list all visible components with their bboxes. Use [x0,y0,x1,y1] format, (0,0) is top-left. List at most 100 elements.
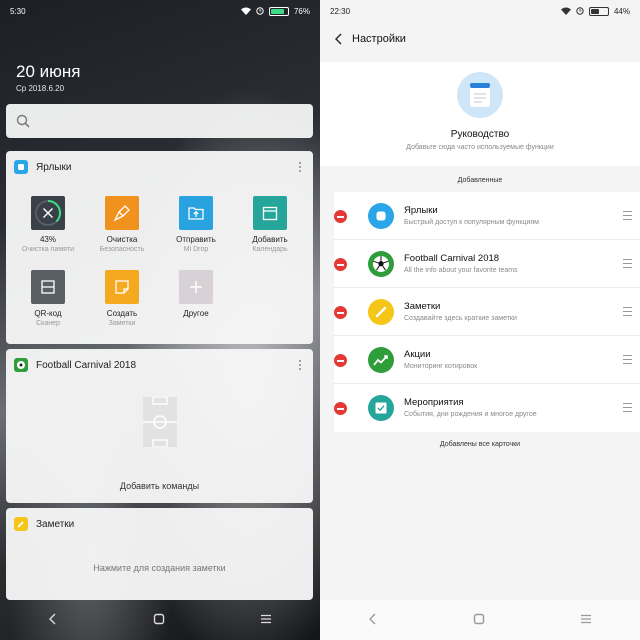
item-title: Football Carnival 2018 [404,253,500,264]
recents-nav-icon[interactable] [580,613,592,628]
football-card-title: Football Carnival 2018 [36,359,137,371]
shortcuts-card: Ярлыки 43% Очистка памяти Очистка Безопа… [6,151,313,344]
remove-icon[interactable] [334,258,347,271]
tile-other[interactable]: Другое [166,270,226,318]
tile-sub: Сканер [36,320,60,327]
back-arrow-icon[interactable] [324,24,354,54]
drag-handle-icon[interactable] [623,259,632,268]
qr-scan-icon [31,270,65,304]
pencil-icon [14,517,28,531]
tile-sub: Очистка памяти [21,246,75,253]
search-icon [16,114,30,128]
drag-handle-icon[interactable] [623,307,632,316]
remove-icon[interactable] [334,210,347,223]
item-desc: All the info about your favorite teams [404,267,518,274]
settings-screen: 22:30 44% Настройки Руководство Добавьте… [320,0,640,640]
tile-memory-clean[interactable]: 43% Очистка памяти [18,196,78,253]
remove-icon[interactable] [334,354,347,367]
tile-label: Другое [183,309,209,318]
alarm-icon [256,7,264,15]
status-time: 5:30 [10,6,26,16]
calendar-icon [253,196,287,230]
tile-send[interactable]: Отправить Mi Drop [166,196,226,253]
back-nav-icon[interactable] [368,613,378,628]
remove-icon[interactable] [334,306,347,319]
page-title: Настройки [352,33,406,45]
add-teams-button[interactable]: Добавить команды [6,481,313,491]
guide-subtitle: Добавьте сюда часто используемые функции [406,144,554,151]
soccer-ball-icon [14,358,28,372]
create-note-hint[interactable]: Нажмите для создания заметки [6,563,313,573]
item-desc: Создавайте здесь краткие заметки [404,315,517,322]
alarm-icon [576,7,584,15]
tile-label: 43% [39,235,56,244]
navigation-bar [320,600,640,640]
status-bar: 5:30 76% [10,4,310,18]
recents-nav-icon[interactable] [260,613,272,628]
item-desc: Быстрый доступ к популярным функциям [404,219,539,226]
wifi-icon [560,7,571,15]
list-item: Акции Мониторинг котировок [334,336,640,384]
list-item: Football Carnival 2018 All the info abou… [334,240,640,288]
battery-percent: 76% [293,6,310,16]
back-nav-icon[interactable] [48,613,58,628]
more-menu-icon[interactable] [295,358,305,372]
wifi-icon [240,7,251,15]
tile-sub: Безопасность [99,246,145,253]
more-menu-icon[interactable] [295,160,305,174]
added-cards-list: Ярлыки Быстрый доступ к популярным функц… [334,192,640,432]
home-widgets-screen: 5:30 76% 20 июня Ср 2018.6.20 Ярлыки 43%… [0,0,320,640]
football-field-icon [143,397,177,447]
pencil-icon [368,299,394,325]
tile-note[interactable]: Создать Заметки [92,270,152,327]
tile-label: QR-код [34,309,62,318]
event-check-icon [368,395,394,421]
tile-calendar[interactable]: Добавить Календарь [240,196,300,253]
status-time: 22:30 [330,6,351,16]
drag-handle-icon[interactable] [623,403,632,412]
notes-card-title: Заметки [36,518,75,530]
notes-card[interactable]: Заметки Нажмите для создания заметки [6,508,313,600]
settings-header: Настройки [320,22,640,56]
item-desc: Мониторинг котировок [404,363,478,370]
shortcuts-icon [368,203,394,229]
tile-label: Очистка [106,235,138,244]
drag-handle-icon[interactable] [623,211,632,220]
close-icon [31,196,65,230]
item-title: Заметки [404,301,441,312]
item-title: Мероприятия [404,397,464,408]
battery-percent: 44% [613,6,630,16]
battery-fill [270,8,284,14]
home-nav-icon[interactable] [473,613,485,628]
battery-icon [588,6,609,16]
home-nav-icon[interactable] [153,613,165,628]
guide-document-icon [457,72,503,118]
tile-label: Добавить [252,235,288,244]
plus-icon [179,270,213,304]
tile-label: Создать [106,309,138,318]
tile-sub: Mi Drop [183,246,209,253]
item-title: Ярлыки [404,205,438,216]
date-subtitle: Ср 2018.6.20 [16,84,65,93]
battery-icon [268,6,289,16]
list-item: Ярлыки Быстрый доступ к популярным функц… [334,192,640,240]
soccer-ball-icon [368,251,394,277]
drag-handle-icon[interactable] [623,355,632,364]
football-card[interactable]: Football Carnival 2018 Добавить команды [6,349,313,503]
shortcuts-card-title: Ярлыки [36,161,72,173]
list-item: Мероприятия События, дни рождения и мног… [334,384,640,432]
guide-banner: Руководство Добавьте сюда часто использу… [320,62,640,166]
upload-folder-icon [179,196,213,230]
shortcuts-icon [14,160,28,174]
date-heading: 20 июня [16,62,81,81]
tile-sub: Заметки [108,320,136,327]
battery-fill [590,8,599,14]
item-desc: События, дни рождения и многое другое [404,411,537,418]
tile-clean[interactable]: Очистка Безопасность [92,196,152,253]
tile-qr[interactable]: QR-код Сканер [18,270,78,327]
search-bar[interactable] [6,104,313,138]
tile-label: Отправить [176,235,216,244]
remove-icon[interactable] [334,402,347,415]
status-bar: 22:30 44% [330,4,630,18]
guide-title: Руководство [450,129,510,140]
